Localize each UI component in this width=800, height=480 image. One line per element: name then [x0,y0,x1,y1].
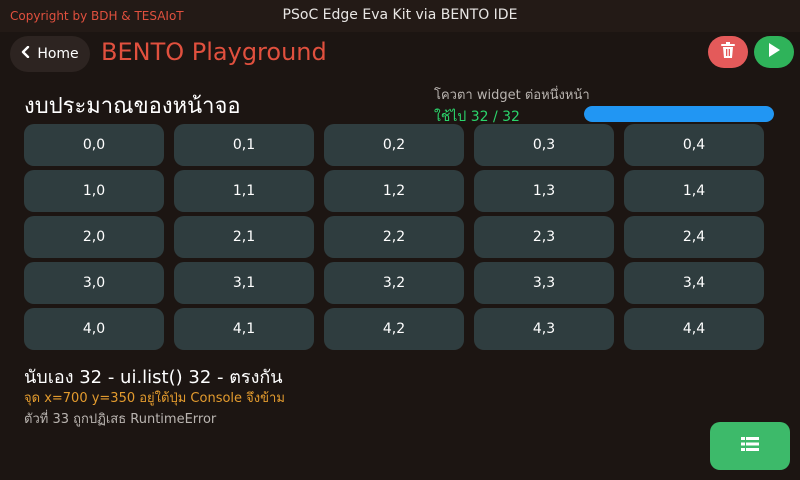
grid-cell-4-3[interactable]: 4,3 [474,308,614,350]
console-button[interactable] [710,422,790,470]
chevron-left-icon [21,45,31,62]
top-bar: Copyright by BDH & TESAIoT PSoC Edge Eva… [0,0,800,32]
grid-cell-2-3[interactable]: 2,3 [474,216,614,258]
grid-cell-0-0[interactable]: 0,0 [24,124,164,166]
quota-label: โควตา widget ต่อหนึ่งหน้า [434,88,590,103]
grid-cell-1-3[interactable]: 1,3 [474,170,614,212]
grid-cell-1-4[interactable]: 1,4 [624,170,764,212]
grid-cell-2-4[interactable]: 2,4 [624,216,764,258]
grid-cell-3-1[interactable]: 3,1 [174,262,314,304]
grid-cell-1-0[interactable]: 1,0 [24,170,164,212]
grid-cell-1-2[interactable]: 1,2 [324,170,464,212]
trash-icon [720,41,736,63]
home-button[interactable]: Home [10,36,90,72]
grid-cell-0-2[interactable]: 0,2 [324,124,464,166]
quota-progress-bar [584,106,774,122]
play-icon [767,42,781,62]
grid-cell-2-0[interactable]: 2,0 [24,216,164,258]
grid-cell-3-3[interactable]: 3,3 [474,262,614,304]
grid-cell-4-0[interactable]: 4,0 [24,308,164,350]
grid-cell-3-2[interactable]: 3,2 [324,262,464,304]
list-icon [741,436,759,456]
grid-cell-0-3[interactable]: 0,3 [474,124,614,166]
error-text: ตัวที่ 33 ถูกปฏิเสธ RuntimeError [24,412,217,427]
grid-cell-0-4[interactable]: 0,4 [624,124,764,166]
home-button-label: Home [37,46,79,62]
grid-cell-3-0[interactable]: 3,0 [24,262,164,304]
grid-cell-0-1[interactable]: 0,1 [174,124,314,166]
delete-button[interactable] [708,36,748,68]
quota-progress-fill [584,106,774,122]
page-heading: งบประมาณของหน้าจอ [24,94,241,119]
window-title: PSoC Edge Eva Kit via BENTO IDE [282,7,518,23]
run-button[interactable] [754,36,794,68]
app-title: BENTO Playground [101,38,327,66]
grid-cell-2-2[interactable]: 2,2 [324,216,464,258]
grid-cell-4-1[interactable]: 4,1 [174,308,314,350]
widget-grid: 0,0 0,1 0,2 0,3 0,4 1,0 1,1 1,2 1,3 1,4 2,0 2,1 2,2 2… [24,124,774,356]
grid-cell-1-1[interactable]: 1,1 [174,170,314,212]
grid-cell-3-4[interactable]: 3,4 [624,262,764,304]
grid-cell-2-1[interactable]: 2,1 [174,216,314,258]
grid-cell-4-2[interactable]: 4,2 [324,308,464,350]
warning-text: จุด x=700 y=350 อยู่ใต้ปุ่ม Console จึงข… [24,391,285,406]
grid-cell-4-4[interactable]: 4,4 [624,308,764,350]
